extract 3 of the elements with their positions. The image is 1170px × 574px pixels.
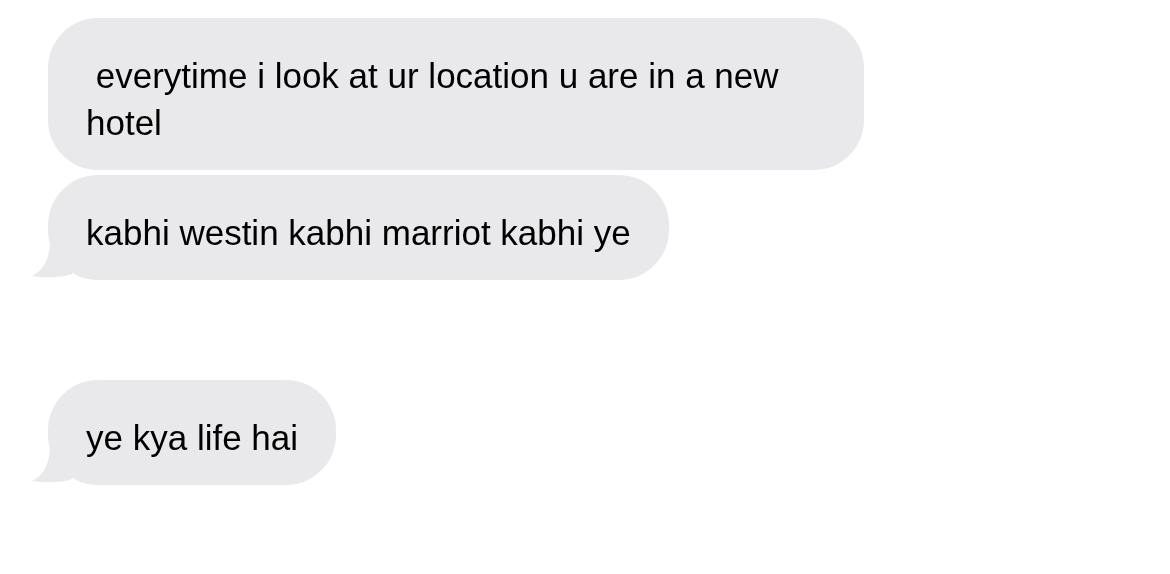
message-bubble: kabhi westin kabhi marriot kabhi ye (48, 175, 669, 280)
message-bubble: everytime i look at ur location u are in a new hotel (48, 18, 864, 170)
message-bubble: ye kya life hai (48, 380, 337, 485)
